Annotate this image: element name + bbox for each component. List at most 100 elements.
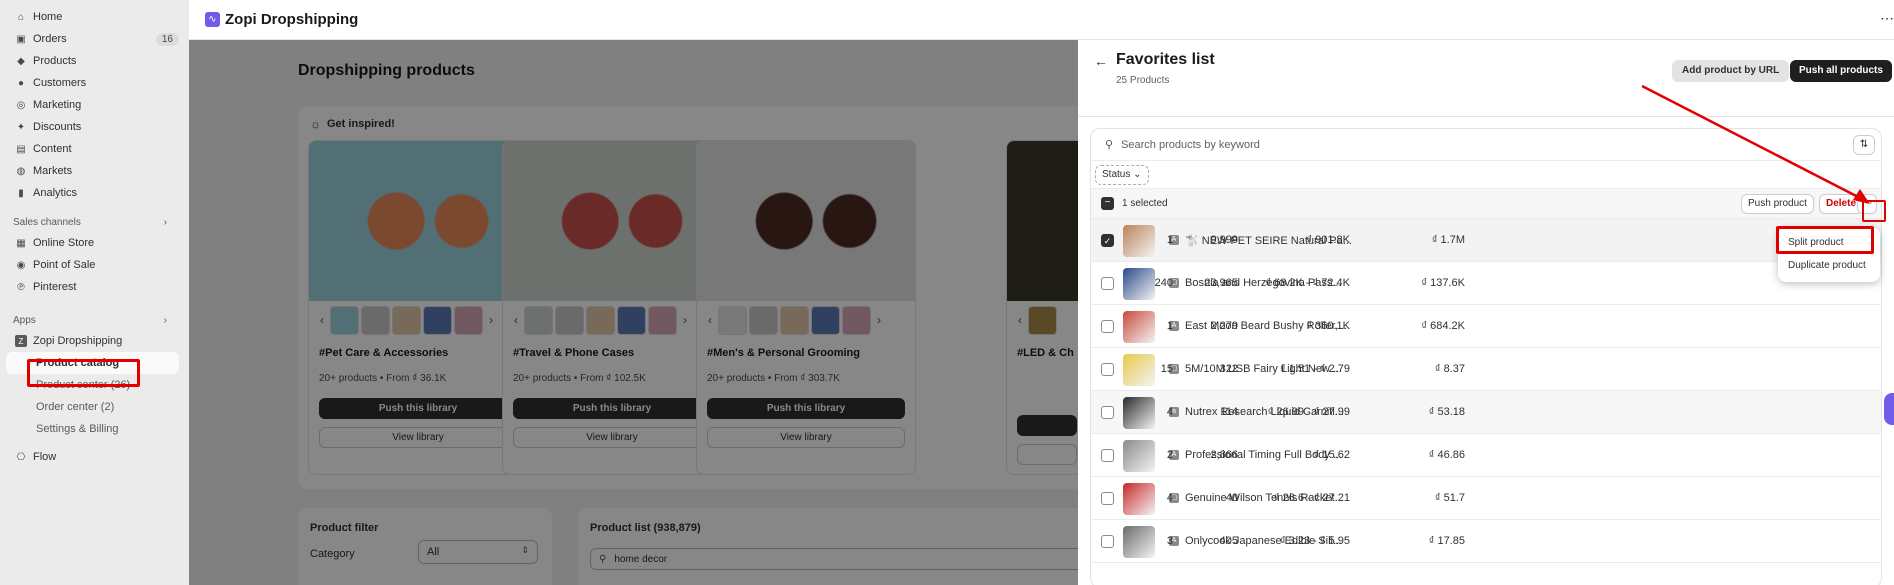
sidebar-item-point-of-sale[interactable]: ◉ Point of Sale bbox=[0, 254, 189, 276]
sidebar-item-marketing[interactable]: ◎ Marketing bbox=[0, 94, 189, 116]
apps-header[interactable]: Apps › bbox=[0, 310, 189, 330]
product-thumbnail bbox=[1123, 397, 1155, 429]
sidebar-item-label: Discounts bbox=[33, 121, 82, 133]
product-thumbnail bbox=[1123, 483, 1155, 515]
row-checkbox[interactable]: ✓ bbox=[1101, 234, 1114, 247]
sell-price: ₫ 17.85 bbox=[1428, 535, 1465, 547]
variant-count: 3 bbox=[1166, 535, 1173, 547]
back-arrow-icon[interactable]: ← bbox=[1094, 53, 1108, 69]
row-checkbox[interactable] bbox=[1101, 277, 1114, 290]
table-row[interactable]: A Professional Timing Full Body ... 2 2,… bbox=[1091, 434, 1881, 477]
stock-count: 405 bbox=[1219, 535, 1238, 547]
sidebar-item-settings-billing[interactable]: Settings & Billing bbox=[0, 418, 189, 440]
sell-price: ₫ 51.7 bbox=[1434, 492, 1465, 504]
sort-button[interactable]: ⇅ bbox=[1853, 135, 1875, 155]
table-row[interactable]: a Nutrex Research Liquid Carniti... 4 11… bbox=[1091, 391, 1881, 434]
sidebar-item-products[interactable]: ◆ Products bbox=[0, 50, 189, 72]
stock-count: 114 bbox=[1220, 406, 1238, 418]
search-input[interactable]: Search products by keyword bbox=[1121, 139, 1260, 151]
stock-count: 322 bbox=[1219, 363, 1238, 375]
table-row[interactable]: ▢ Bosnia and Herzegovina Pass... 240 23,… bbox=[1091, 262, 1881, 305]
row-checkbox[interactable] bbox=[1101, 535, 1114, 548]
sidebar-item-label: Settings & Billing bbox=[36, 423, 119, 435]
stock-count: 2,279 bbox=[1210, 320, 1238, 332]
table-row[interactable]: ✓ A 🐩 NEW PET SEIRE Natural Pa... 1 9,99… bbox=[1091, 219, 1881, 262]
selected-count: 1 selected bbox=[1122, 198, 1168, 209]
side-tab-handle[interactable] bbox=[1884, 393, 1894, 425]
sidebar-item-content[interactable]: ▤ Content bbox=[0, 138, 189, 160]
status-filter-label: Status bbox=[1102, 168, 1131, 180]
cost-price: ₫ 360.1K bbox=[1306, 320, 1350, 332]
sidebar-item-label: Markets bbox=[33, 165, 73, 177]
add-product-by-url-button[interactable]: Add product by URL bbox=[1672, 60, 1790, 82]
product-thumbnail bbox=[1123, 526, 1155, 558]
inbox-icon: ▣ bbox=[16, 33, 26, 45]
row-checkbox[interactable] bbox=[1101, 320, 1114, 333]
row-checkbox[interactable] bbox=[1101, 406, 1114, 419]
app-icon: Z bbox=[15, 335, 27, 347]
annotation-highlight-more-button bbox=[1862, 200, 1886, 222]
sidebar-item-markets[interactable]: ◍ Markets bbox=[0, 160, 189, 182]
row-checkbox[interactable] bbox=[1101, 492, 1114, 505]
sell-price: ₫ 684.2K bbox=[1421, 320, 1465, 332]
cost-price: ₫ 15.62 bbox=[1313, 449, 1350, 461]
sidebar-item-label: Analytics bbox=[33, 187, 78, 199]
app-title: Zopi Dropshipping bbox=[225, 11, 359, 28]
store-icon: ▦ bbox=[16, 237, 26, 249]
variant-count: 4 bbox=[1166, 406, 1173, 418]
push-all-products-button[interactable]: Push all products bbox=[1790, 60, 1892, 82]
tag-icon: ◆ bbox=[17, 55, 25, 67]
pos-icon: ◉ bbox=[16, 259, 26, 271]
sidebar-item-label: Marketing bbox=[33, 99, 82, 111]
more-options-icon[interactable]: ⋯ bbox=[1880, 10, 1894, 27]
annotation-highlight-split-product bbox=[1776, 226, 1874, 254]
stock-count: 23,965 bbox=[1204, 277, 1238, 289]
top-bar: ∿ Zopi Dropshipping ⋯ bbox=[189, 0, 1894, 40]
sidebar-item-analytics[interactable]: ▮ Analytics bbox=[0, 182, 189, 204]
status-filter-button[interactable]: Status ⌄ bbox=[1095, 164, 1149, 185]
row-checkbox[interactable] bbox=[1101, 363, 1114, 376]
sidebar: ⌂ Home ▣ Orders 16 ◆ Products ● Customers ◎ M… bbox=[0, 0, 189, 585]
sidebar-item-flow[interactable]: ⎔ Flow bbox=[0, 446, 189, 468]
bulk-actions-bar: − 1 selected Push product Delete ··· bbox=[1091, 189, 1881, 219]
cost-price: ₫ 3.23 - ₫ 5.95 bbox=[1280, 535, 1350, 547]
chevron-right-icon: › bbox=[163, 216, 167, 228]
sidebar-item-pinterest[interactable]: ℗ Pinterest bbox=[0, 276, 189, 298]
search-bar: ⚲ Search products by keyword ⇅ bbox=[1091, 129, 1881, 161]
table-row[interactable]: ▢ 5M/10M USB Fairy Light New ... 15 322 … bbox=[1091, 348, 1881, 391]
push-product-button[interactable]: Push product bbox=[1741, 194, 1814, 214]
sidebar-item-orders[interactable]: ▣ Orders 16 bbox=[0, 28, 189, 50]
content-icon: ▤ bbox=[16, 143, 26, 155]
sidebar-item-home[interactable]: ⌂ Home bbox=[0, 6, 189, 28]
sidebar-item-online-store[interactable]: ▦ Online Store bbox=[0, 232, 189, 254]
stock-count: 9,999 bbox=[1210, 234, 1238, 246]
favorites-title: Favorites list bbox=[1116, 51, 1215, 68]
product-thumbnail bbox=[1123, 225, 1155, 257]
modal-backdrop[interactable] bbox=[189, 40, 1078, 585]
search-icon: ⚲ bbox=[1105, 139, 1114, 151]
sidebar-item-label: Customers bbox=[33, 77, 87, 89]
sidebar-item-customers[interactable]: ● Customers bbox=[0, 72, 189, 94]
sidebar-item-label: Content bbox=[33, 143, 72, 155]
table-row[interactable]: A East Moon Beard Bushy Roller,... 1 2,2… bbox=[1091, 305, 1881, 348]
count-badge: 16 bbox=[155, 32, 179, 46]
row-checkbox[interactable] bbox=[1101, 449, 1114, 462]
sidebar-item-label: Online Store bbox=[33, 237, 95, 249]
flow-icon: ⎔ bbox=[16, 451, 26, 463]
favorites-panel: ← Favorites list 25 Products Add product… bbox=[1078, 40, 1894, 585]
globe-icon: ◍ bbox=[16, 165, 26, 177]
duplicate-product-menu-item[interactable]: Duplicate product bbox=[1782, 254, 1876, 277]
cost-price: ₫ 26.99 - ₫ 27.99 bbox=[1267, 406, 1350, 418]
sidebar-item-zopi-dropshipping[interactable]: Z Zopi Dropshipping bbox=[0, 330, 189, 352]
table-row[interactable]: ▢ Genuine Wilson Tennis Racket... 4 40 ₫… bbox=[1091, 477, 1881, 520]
sidebar-item-label: Flow bbox=[33, 451, 57, 463]
product-thumbnail bbox=[1123, 440, 1155, 472]
sidebar-item-order-center[interactable]: Order center (2) bbox=[0, 396, 189, 418]
person-icon: ● bbox=[17, 77, 25, 89]
sales-channels-header[interactable]: Sales channels › bbox=[0, 212, 189, 232]
discount-icon: ✦ bbox=[16, 121, 26, 133]
stock-count: 40 bbox=[1225, 492, 1238, 504]
sidebar-item-discounts[interactable]: ✦ Discounts bbox=[0, 116, 189, 138]
deselect-all-checkbox[interactable]: − bbox=[1101, 197, 1114, 210]
table-row[interactable]: A Onlycook Japanese Edible Sili... 3 405… bbox=[1091, 520, 1881, 563]
